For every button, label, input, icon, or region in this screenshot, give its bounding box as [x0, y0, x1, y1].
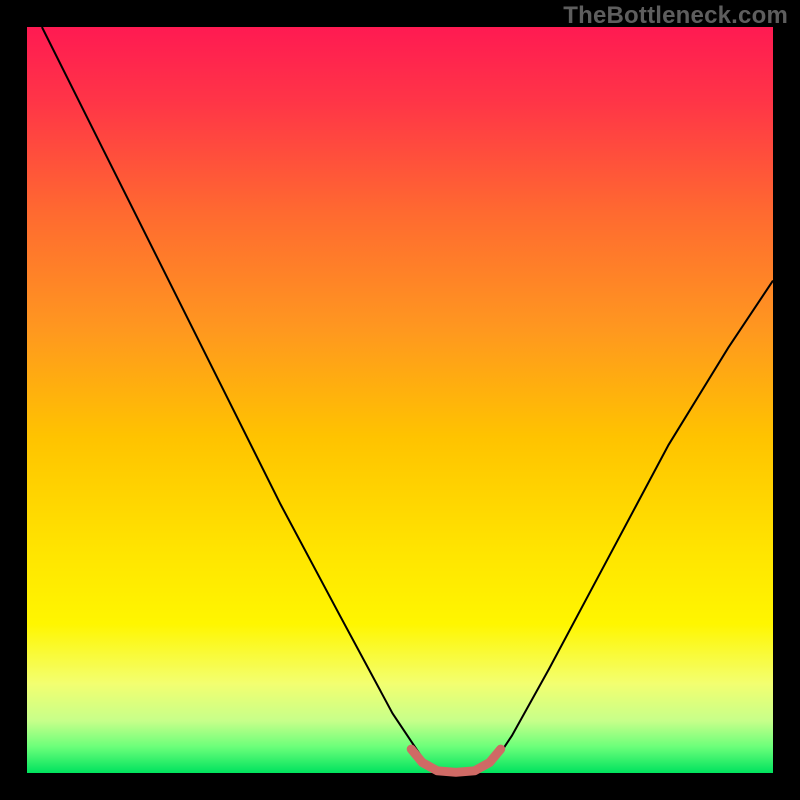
- watermark-text: TheBottleneck.com: [563, 2, 788, 30]
- gradient-background: [27, 27, 773, 773]
- bottleneck-chart: [0, 0, 800, 800]
- chart-frame: TheBottleneck.com: [0, 0, 800, 800]
